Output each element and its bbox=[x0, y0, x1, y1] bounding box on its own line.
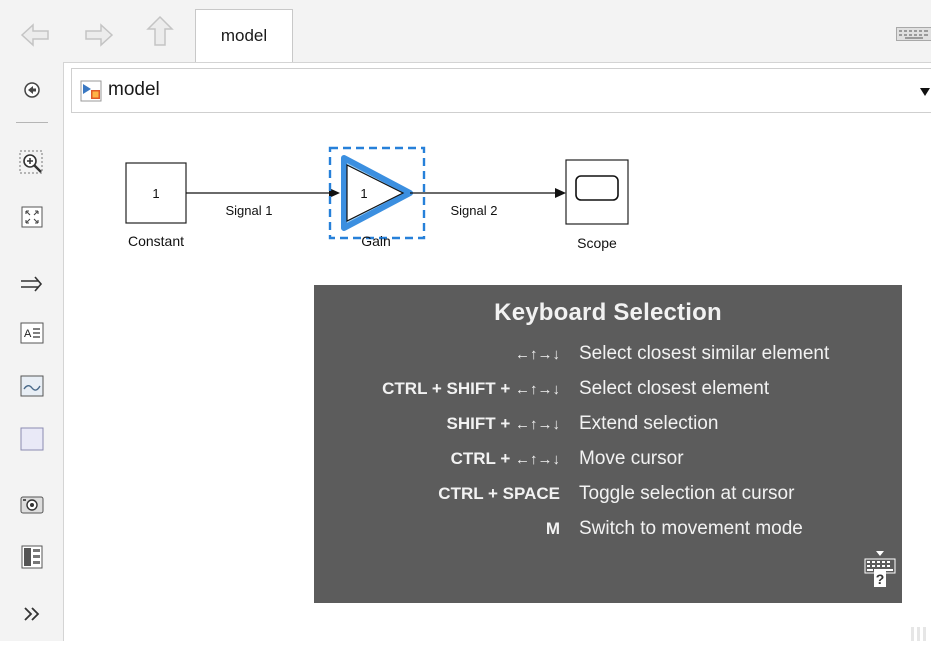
area-icon[interactable] bbox=[16, 424, 48, 454]
more-icon[interactable] bbox=[16, 599, 48, 629]
signal-line-2[interactable] bbox=[410, 188, 566, 198]
shortcut-description: Select closest element bbox=[579, 378, 769, 400]
forward-icon[interactable] bbox=[82, 20, 116, 50]
model-icon bbox=[80, 80, 102, 107]
shortcut-modifier: CTRL + SPACE bbox=[438, 484, 560, 503]
shortcut-description: Extend selection bbox=[579, 413, 718, 435]
svg-text:A: A bbox=[24, 328, 32, 340]
arrow-keys: ←↑→↓ bbox=[515, 451, 560, 468]
zoom-icon[interactable] bbox=[16, 148, 48, 178]
gain-block[interactable] bbox=[330, 148, 424, 238]
toolbar-divider bbox=[16, 122, 48, 123]
shortcut-keys: ←↑→↓ bbox=[515, 344, 560, 364]
hide-explorer-icon[interactable] bbox=[16, 75, 48, 105]
shortcut-description: Move cursor bbox=[579, 448, 684, 470]
gain-label: Gain bbox=[361, 233, 391, 249]
signal-line-1[interactable] bbox=[186, 188, 340, 198]
shortcut-row: CTRL + SPACE Toggle selection at cursor bbox=[314, 484, 902, 518]
shortcut-modifier: CTRL + SHIFT + bbox=[382, 379, 515, 398]
annotation-icon[interactable]: A bbox=[16, 318, 48, 348]
shortcut-description: Toggle selection at cursor bbox=[579, 483, 794, 505]
shortcut-row: CTRL + ←↑→↓ Move cursor bbox=[314, 449, 902, 483]
shortcut-keys: CTRL + ←↑→↓ bbox=[451, 449, 560, 469]
model-browser-icon[interactable] bbox=[16, 542, 48, 572]
svg-text:?: ? bbox=[876, 571, 885, 587]
shortcut-keys: SHIFT + ←↑→↓ bbox=[447, 414, 560, 434]
shortcut-keys: M bbox=[546, 519, 560, 539]
keyboard-selection-panel: Keyboard Selection ←↑→↓ Select closest s… bbox=[314, 285, 902, 603]
shortcut-keys: CTRL + SHIFT + ←↑→↓ bbox=[382, 379, 560, 399]
shortcut-row: ←↑→↓ Select closest similar element bbox=[314, 344, 902, 378]
resize-grip-icon[interactable] bbox=[907, 627, 931, 641]
shortcut-row: CTRL + SHIFT + ←↑→↓ Select closest eleme… bbox=[314, 379, 902, 413]
shortcut-row: M Switch to movement mode bbox=[314, 519, 902, 553]
arrow-keys: ←↑→↓ bbox=[515, 416, 560, 433]
shortcut-row: SHIFT + ←↑→↓ Extend selection bbox=[314, 414, 902, 448]
signal-2-label: Signal 2 bbox=[451, 203, 498, 218]
route-lines-icon[interactable] bbox=[16, 269, 48, 299]
scope-block[interactable] bbox=[566, 160, 628, 224]
shortcut-description: Select closest similar element bbox=[579, 343, 829, 365]
keyboard-icon[interactable] bbox=[896, 27, 931, 46]
fit-to-view-icon[interactable] bbox=[16, 202, 48, 232]
chevron-down-icon[interactable] bbox=[919, 84, 931, 102]
up-icon[interactable] bbox=[143, 16, 177, 46]
breadcrumb[interactable]: model bbox=[108, 79, 160, 101]
scope-label: Scope bbox=[577, 235, 617, 251]
gain-value: 1 bbox=[360, 186, 367, 201]
shortcut-keys: CTRL + SPACE bbox=[438, 484, 560, 504]
tab-model[interactable]: model bbox=[195, 9, 293, 62]
screenshot-icon[interactable] bbox=[16, 489, 48, 519]
signal-1-label: Signal 1 bbox=[226, 203, 273, 218]
navigation-bar: model bbox=[0, 0, 931, 63]
image-icon[interactable] bbox=[16, 371, 48, 401]
shortcut-modifier: SHIFT + bbox=[447, 414, 515, 433]
tab-label: model bbox=[221, 26, 267, 46]
shortcut-modifier: CTRL + bbox=[451, 449, 515, 468]
shortcut-description: Switch to movement mode bbox=[579, 518, 803, 540]
constant-label: Constant bbox=[128, 233, 184, 249]
shortcut-modifier: M bbox=[546, 519, 560, 538]
constant-value: 1 bbox=[152, 186, 159, 201]
arrow-keys: ←↑→↓ bbox=[515, 346, 560, 363]
tool-strip: A bbox=[0, 62, 64, 641]
panel-title: Keyboard Selection bbox=[314, 299, 902, 327]
arrow-keys: ←↑→↓ bbox=[515, 381, 560, 398]
back-icon[interactable] bbox=[18, 20, 52, 50]
keyboard-help-icon[interactable]: ? bbox=[862, 550, 898, 597]
address-bar: model bbox=[71, 68, 931, 113]
